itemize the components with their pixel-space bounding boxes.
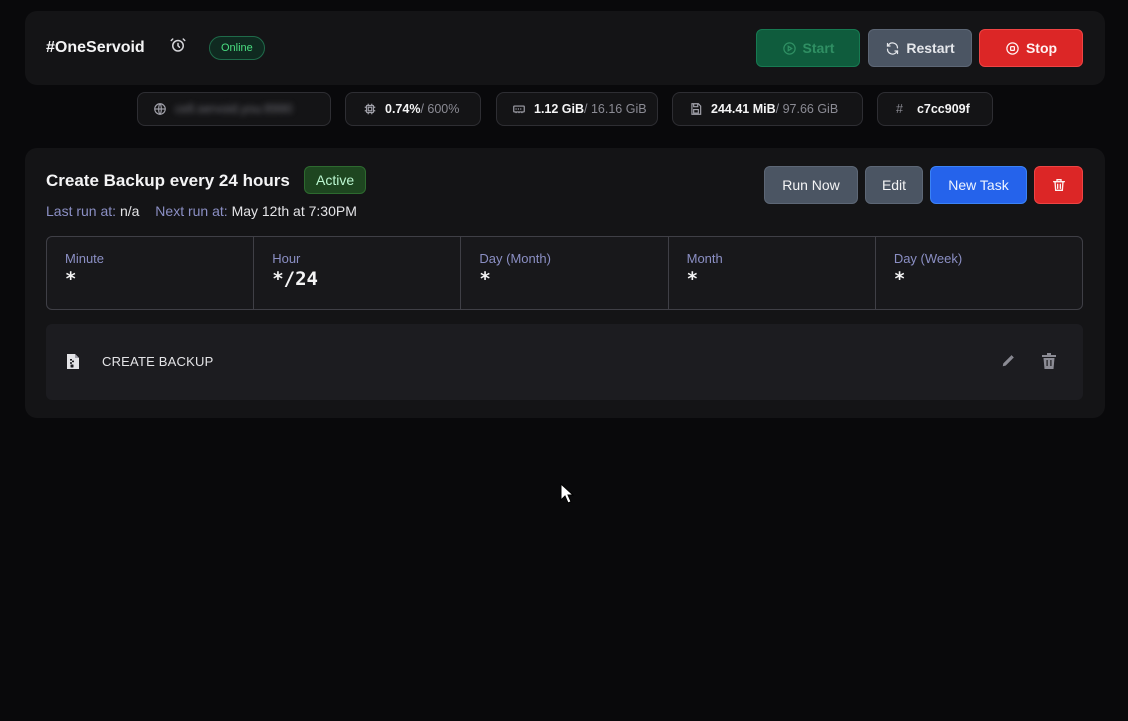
server-id: c7cc909f	[916, 102, 970, 116]
cron-label: Day (Month)	[479, 251, 551, 266]
cpu-icon	[364, 103, 376, 115]
cron-minute: Minute *	[47, 237, 255, 309]
address-stat: cell.servoid.you:8990	[137, 92, 331, 126]
edit-button[interactable]: Edit	[865, 166, 923, 204]
schedule-card: Create Backup every 24 hours Active Last…	[25, 148, 1105, 418]
task-label: CREATE BACKUP	[102, 354, 214, 369]
trash-icon[interactable]	[1042, 353, 1056, 369]
cpu-stat: 0.74%/ 600%	[345, 92, 481, 126]
stop-icon	[1006, 41, 1019, 55]
cron-label: Day (Week)	[893, 251, 963, 266]
task-row: CREATE BACKUP	[46, 324, 1083, 400]
server-address: cell.servoid.you:8990	[175, 102, 293, 116]
file-archive-icon	[67, 354, 79, 369]
run-info: Last run at: n/a Next run at: May 12th a…	[46, 203, 357, 219]
cpu-value: 0.74%	[385, 102, 421, 116]
pencil-icon[interactable]	[1001, 354, 1015, 368]
start-button[interactable]: Start	[756, 29, 860, 67]
cron-value: */24	[272, 268, 318, 290]
cron-label: Minute	[65, 251, 105, 266]
memory-icon	[513, 105, 525, 114]
delete-schedule-button[interactable]	[1034, 166, 1083, 204]
disk-limit: / 97.66 GiB	[775, 102, 839, 116]
stop-button[interactable]: Stop	[979, 29, 1083, 67]
new-task-button[interactable]: New Task	[930, 166, 1027, 204]
memory-value: 1.12 GiB	[534, 102, 585, 116]
cron-label: Hour	[272, 251, 301, 266]
alarm-clock-icon	[170, 38, 186, 52]
id-stat: # c7cc909f	[877, 92, 993, 126]
restart-label: Restart	[906, 40, 955, 56]
last-run-value: n/a	[119, 203, 140, 219]
status-badge: Online	[209, 36, 265, 60]
mouse-cursor-icon	[560, 483, 574, 504]
memory-stat: 1.12 GiB/ 16.16 GiB	[496, 92, 658, 126]
cron-day-month: Day (Month) *	[461, 237, 669, 309]
next-run-value: May 12th at 7:30PM	[231, 203, 357, 219]
cron-value: *	[479, 268, 491, 290]
schedule-title: Create Backup every 24 hours	[46, 171, 290, 190]
disk-value: 244.41 MiB	[711, 102, 776, 116]
last-run-label: Last run at:	[46, 203, 117, 219]
cron-day-week: Day (Week) *	[876, 237, 1082, 309]
memory-limit: / 16.16 GiB	[584, 102, 647, 116]
cron-month: Month *	[669, 237, 876, 309]
next-run-label: Next run at:	[155, 203, 228, 219]
cron-label: Month	[686, 251, 723, 266]
run-now-button[interactable]: Run Now	[764, 166, 858, 204]
start-label: Start	[802, 40, 835, 56]
refresh-icon	[887, 41, 899, 55]
hash-icon: #	[896, 102, 903, 116]
restart-button[interactable]: Restart	[868, 29, 972, 67]
save-icon	[691, 103, 702, 115]
server-name: #OneServoid	[46, 39, 145, 56]
disk-stat: 244.41 MiB/ 97.66 GiB	[672, 92, 863, 126]
cron-hour: Hour */24	[254, 237, 462, 309]
globe-icon	[154, 103, 166, 116]
cron-value: *	[686, 268, 699, 290]
play-icon	[782, 41, 796, 55]
trash-icon	[1052, 179, 1065, 191]
stop-label: Stop	[1025, 40, 1058, 56]
cron-value: *	[893, 268, 906, 290]
server-header: #OneServoid Online Start Restart Stop	[25, 11, 1105, 85]
cpu-limit: / 600%	[420, 102, 460, 116]
cron-table: Minute * Hour */24 Day (Month) * Month *…	[46, 236, 1083, 310]
cron-value: *	[65, 268, 77, 290]
active-badge: Active	[304, 166, 367, 194]
